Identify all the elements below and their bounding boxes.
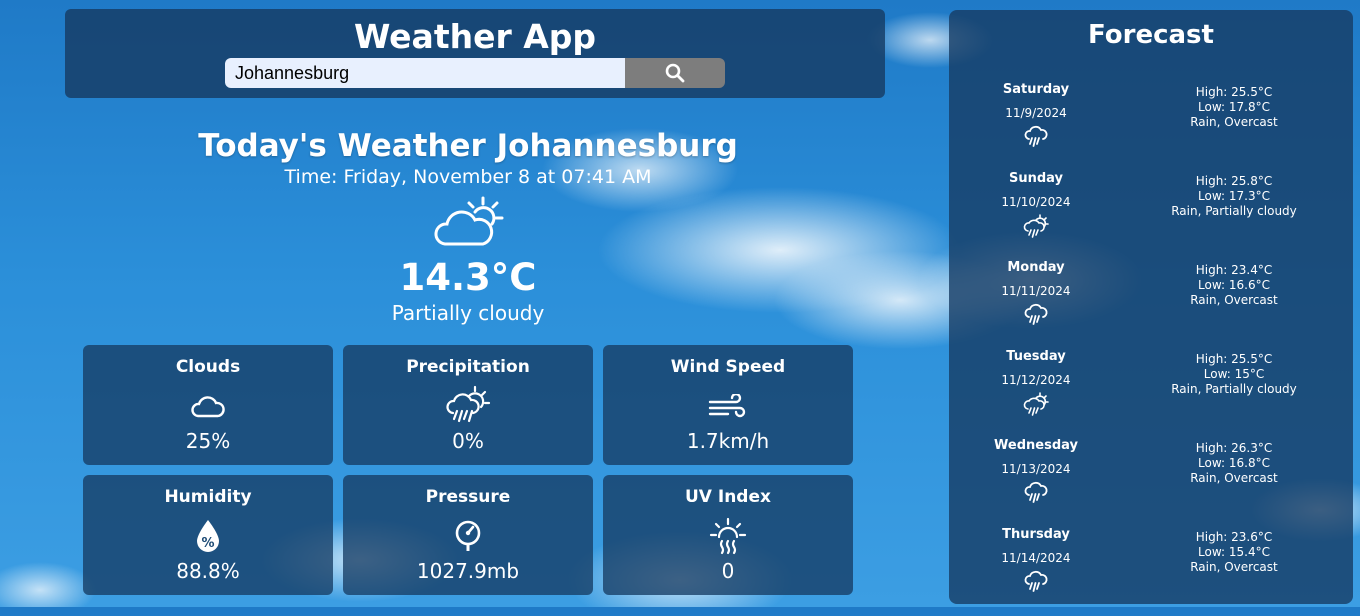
forecast-high: High: 25.5°C [1195,352,1273,366]
today-title: Today's Weather Johannesburg [198,128,738,164]
stat-value: 1.7km/h [686,429,770,453]
stat-label: Pressure [425,487,511,507]
rain-cloud-icon [1024,303,1048,325]
cloud-icon [191,396,225,418]
forecast-date: 11/14/2024 [1001,551,1071,565]
wind-icon [708,394,746,418]
forecast-panel: Forecast Saturday 11/9/2024 High: 25.5°C… [949,10,1353,604]
forecast-high: High: 26.3°C [1195,441,1273,455]
rain-cloud-icon [1024,570,1048,592]
forecast-day: Tuesday 11/12/2024 High: 25.5°C Low: 15°… [949,349,1353,438]
forecast-day: Sunday 11/10/2024 High: 25.8°C Low: 17.3… [949,171,1353,260]
rain-sun-icon [446,385,491,423]
forecast-date: 11/10/2024 [1001,195,1071,209]
stat-label: Humidity [164,487,252,507]
forecast-low: Low: 16.8°C [1198,456,1270,470]
forecast-date: 11/12/2024 [1001,373,1071,387]
uv-sun-icon [709,517,747,555]
forecast-day-name: Thursday [1002,527,1070,542]
partly-cloudy-day-icon [434,196,504,246]
forecast-day-name: Tuesday [1006,349,1066,364]
forecast-high: High: 23.6°C [1195,530,1273,544]
rain-partly-cloudy-icon [1023,214,1049,238]
today-time: Time: Friday, November 8 at 07:41 AM [284,166,652,188]
rain-partly-cloudy-icon [1023,392,1049,416]
forecast-high: High: 23.4°C [1195,263,1273,277]
forecast-low: Low: 16.6°C [1198,278,1270,292]
forecast-low: Low: 15.4°C [1198,545,1270,559]
stat-card-humidity: Humidity % 88.8% [83,475,333,595]
stat-value: 0 [721,559,735,583]
forecast-day: Saturday 11/9/2024 High: 25.5°C Low: 17.… [949,82,1353,171]
stat-value: 0% [452,429,484,453]
today-temperature: 14.3°C [399,256,537,299]
forecast-condition: Rain, Overcast [1190,471,1278,485]
forecast-day-name: Monday [1007,260,1065,275]
stat-value: 25% [185,429,231,453]
stat-label: Wind Speed [670,357,786,377]
stat-value: 88.8% [176,559,240,583]
search-button[interactable] [625,58,725,88]
stat-card-uv-index: UV Index 0 [603,475,853,595]
rain-cloud-icon [1024,481,1048,503]
forecast-date: 11/13/2024 [1001,462,1071,476]
stat-card-clouds: Clouds 25% [83,345,333,465]
forecast-date: 11/11/2024 [1001,284,1071,298]
app-header: Weather App [65,9,885,98]
forecast-title: Forecast [1088,20,1214,50]
forecast-condition: Rain, Partially cloudy [1171,204,1297,218]
forecast-condition: Rain, Overcast [1190,115,1278,129]
forecast-high: High: 25.5°C [1195,85,1273,99]
forecast-low: Low: 17.3°C [1198,189,1270,203]
stat-label: Clouds [175,357,241,377]
stat-value: 1027.9mb [416,559,520,583]
rain-cloud-icon [1024,125,1048,147]
today-condition: Partially cloudy [391,301,545,325]
forecast-low: Low: 15°C [1203,367,1265,381]
stat-card-wind-speed: Wind Speed 1.7km/h [603,345,853,465]
stat-label: Precipitation [406,357,530,377]
forecast-day-name: Saturday [1002,82,1070,97]
forecast-condition: Rain, Overcast [1190,560,1278,574]
forecast-day: Thursday 11/14/2024 High: 23.6°C Low: 15… [949,527,1353,616]
forecast-day: Monday 11/11/2024 High: 23.4°C Low: 16.6… [949,260,1353,349]
search-icon [665,63,685,83]
today-weather: Today's Weather Johannesburg Time: Frida… [65,128,871,325]
forecast-day: Wednesday 11/13/2024 High: 26.3°C Low: 1… [949,438,1353,527]
forecast-date: 11/9/2024 [1005,106,1067,120]
app-title: Weather App [353,17,597,56]
forecast-day-name: Sunday [1008,171,1064,186]
stat-card-pressure: Pressure 1027.9mb [343,475,593,595]
forecast-low: Low: 17.8°C [1198,100,1270,114]
humidity-drop-icon: % [197,520,219,552]
forecast-day-name: Wednesday [994,438,1078,453]
svg-text:%: % [201,536,214,551]
pressure-gauge-icon [455,520,481,551]
forecast-condition: Rain, Partially cloudy [1171,382,1297,396]
stat-label: UV Index [685,487,771,507]
forecast-condition: Rain, Overcast [1190,293,1278,307]
stat-card-precipitation: Precipitation 0% [343,345,593,465]
forecast-high: High: 25.8°C [1195,174,1273,188]
search-input[interactable] [225,58,625,88]
